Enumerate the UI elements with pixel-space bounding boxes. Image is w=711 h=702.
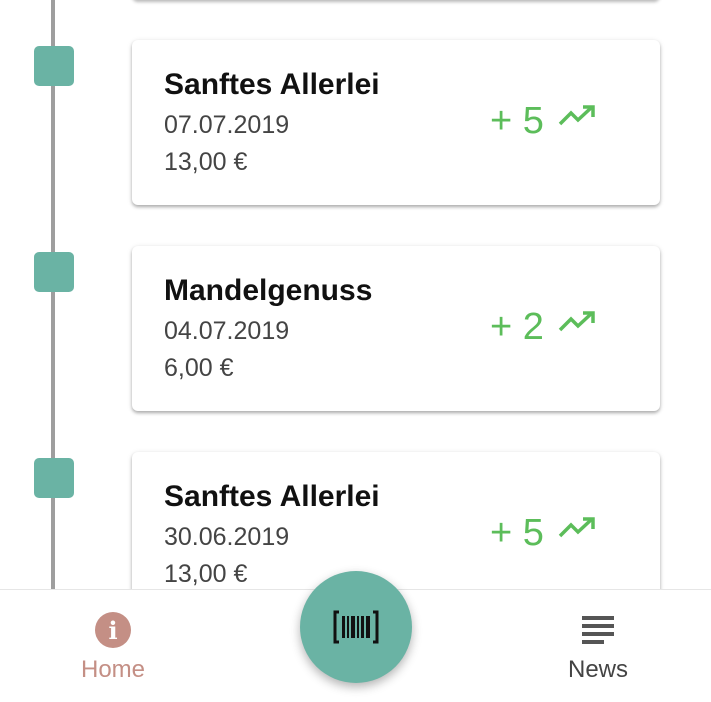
purchase-date: 04.07.2019 [164,317,290,345]
product-name: Sanftes Allerlei [164,480,380,513]
barcode-scan-icon [333,610,379,644]
points-earned: + 5 [490,512,544,554]
trending-up-icon [558,517,595,538]
purchase-price: 13,00 € [164,148,248,176]
purchase-card[interactable]: Sanftes Allerlei 07.07.2019 13,00 € + 5 [132,40,660,205]
news-list-icon [582,616,614,644]
product-name: Mandelgenuss [164,274,373,307]
purchase-price: 6,00 € [164,354,234,382]
timeline-node [34,458,74,498]
info-icon: i [95,612,131,648]
purchase-date: 07.07.2019 [164,111,290,139]
trending-up-icon [558,105,595,126]
purchase-date: 30.06.2019 [164,523,290,551]
timeline-node [34,46,74,86]
timeline-node [34,252,74,292]
nav-news[interactable]: News [548,612,648,692]
nav-news-label: News [567,656,628,683]
timeline-line [51,0,55,590]
purchase-card[interactable]: Mandelgenuss 04.07.2019 6,00 € + 2 [132,246,660,411]
points-earned: + 2 [490,306,544,348]
purchase-price: 13,00 € [164,560,248,588]
nav-home[interactable]: i Home [60,612,166,692]
points-earned: + 5 [490,100,544,142]
nav-home-label: Home [80,656,146,683]
product-name: Sanftes Allerlei [164,68,380,101]
scan-button[interactable] [300,571,412,683]
trending-up-icon [558,311,595,332]
